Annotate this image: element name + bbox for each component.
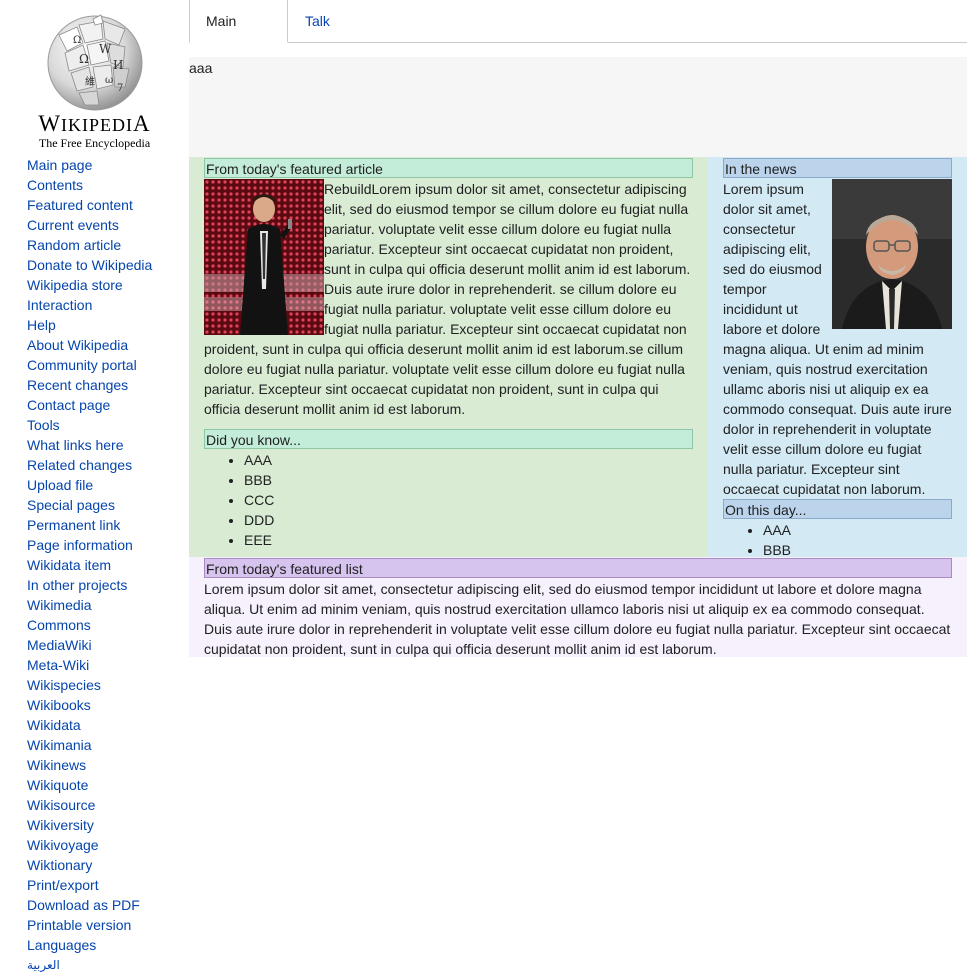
top-banner: aaa — [189, 57, 967, 158]
sidebar-item-wikidata[interactable]: Wikidata — [27, 715, 187, 735]
featured-list-text: Lorem ipsum dolor sit amet, consectetur … — [204, 581, 951, 657]
sidebar-item-store[interactable]: Wikipedia store — [27, 275, 187, 295]
wikipedia-wordmark: WIKIPEDIA — [38, 111, 151, 136]
list-item: AAA — [244, 450, 274, 470]
sidebar-item-languages[interactable]: Languages — [27, 935, 187, 955]
sidebar-item-print-export[interactable]: Print/export — [27, 875, 187, 895]
svg-text:ω: ω — [105, 75, 113, 86]
banner-text: aaa — [189, 60, 213, 76]
sidebar-item-wikimania[interactable]: Wikimania — [27, 735, 187, 755]
sidebar-item-recent-changes[interactable]: Recent changes — [27, 375, 187, 395]
sidebar-item-donate[interactable]: Donate to Wikipedia — [27, 255, 187, 275]
sidebar-item-commons[interactable]: Commons — [27, 615, 187, 635]
sidebar-item-related-changes[interactable]: Related changes — [27, 455, 187, 475]
sidebar-item-what-links-here[interactable]: What links here — [27, 435, 187, 455]
list-item: BBB — [244, 470, 274, 490]
sidebar-item-wikispecies[interactable]: Wikispecies — [27, 675, 187, 695]
list-item: CCC — [244, 490, 274, 510]
sidebar-item-random-article[interactable]: Random article — [27, 235, 187, 255]
sidebar-item-wikinews[interactable]: Wikinews — [27, 755, 187, 775]
featured-article-photo[interactable] — [204, 179, 324, 335]
on-this-day-heading: On this day... — [723, 499, 952, 519]
sidebar-item-wikibooks[interactable]: Wikibooks — [27, 695, 187, 715]
wikipedia-tagline: The Free Encyclopedia — [38, 136, 151, 150]
svg-text:W: W — [99, 42, 112, 56]
featured-article-panel: From today's featured article RebuildLor… — [189, 157, 708, 557]
sidebar-item-featured-content[interactable]: Featured content — [27, 195, 187, 215]
in-the-news-heading: In the news — [723, 158, 952, 178]
sidebar-item-mediawiki[interactable]: MediaWiki — [27, 635, 187, 655]
wikipedia-globe-icon: Ω W Ω И 維 ω 7 — [47, 14, 143, 111]
sidebar-item-wikisource[interactable]: Wikisource — [27, 795, 187, 815]
tab-talk[interactable]: Talk — [289, 0, 346, 42]
featured-list-heading: From today's featured list — [204, 558, 952, 578]
sidebar-item-help[interactable]: Help — [27, 315, 187, 335]
sidebar-item-download-pdf[interactable]: Download as PDF — [27, 895, 187, 915]
svg-text:Ω: Ω — [79, 52, 89, 66]
in-the-news-panel: In the news Lorem ipsum dolor sit amet, … — [708, 157, 967, 560]
sidebar-item-about[interactable]: About Wikipedia — [27, 335, 187, 355]
tab-main-page[interactable]: Main Page — [189, 0, 288, 71]
sidebar-item-printable-version[interactable]: Printable version — [27, 915, 187, 935]
wikipedia-logo[interactable]: Ω W Ω И 維 ω 7 WIKIPEDIA The Free Encyclo… — [27, 10, 162, 152]
sidebar-item-other-projects[interactable]: In other projects — [27, 575, 187, 595]
sidebar-item-wikivoyage[interactable]: Wikivoyage — [27, 835, 187, 855]
sidebar-item-tools[interactable]: Tools — [27, 415, 187, 435]
svg-text:И: И — [113, 58, 123, 72]
on-this-day-list: AAA BBB — [723, 520, 791, 560]
sidebar-item-wikidata-item[interactable]: Wikidata item — [27, 555, 187, 575]
in-the-news-body: Lorem ipsum dolor sit amet, consectetur … — [723, 179, 952, 499]
sidebar-item-current-events[interactable]: Current events — [27, 215, 187, 235]
in-the-news-photo[interactable] — [832, 179, 952, 329]
sidebar-item-language-arabic[interactable]: العربية — [27, 955, 187, 975]
sidebar-item-special-pages[interactable]: Special pages — [27, 495, 187, 515]
featured-article-body: RebuildLorem ipsum dolor sit amet, conse… — [204, 179, 693, 419]
svg-text:維: 維 — [85, 75, 95, 88]
svg-text:7: 7 — [117, 83, 123, 94]
page-tabs: Main Page Talk — [189, 0, 967, 71]
sidebar-item-community-portal[interactable]: Community portal — [27, 355, 187, 375]
sidebar-item-page-information[interactable]: Page information — [27, 535, 187, 555]
sidebar-item-main-page[interactable]: Main page — [27, 155, 187, 175]
sidebar-item-contents[interactable]: Contents — [27, 175, 187, 195]
sidebar-item-wikimedia[interactable]: Wikimedia — [27, 595, 187, 615]
featured-list-panel: From today's featured list Lorem ipsum d… — [189, 557, 967, 657]
sidebar-item-contact-page[interactable]: Contact page — [27, 395, 187, 415]
did-you-know-heading: Did you know... — [204, 429, 693, 449]
sidebar-item-wikiversity[interactable]: Wikiversity — [27, 815, 187, 835]
sidebar-item-upload-file[interactable]: Upload file — [27, 475, 187, 495]
svg-text:Ω: Ω — [73, 35, 81, 46]
list-item: EEE — [244, 530, 274, 550]
featured-article-heading: From today's featured article — [204, 158, 693, 178]
sidebar-item-interaction[interactable]: Interaction — [27, 295, 187, 315]
sidebar-item-wiktionary[interactable]: Wiktionary — [27, 855, 187, 875]
list-item: AAA — [763, 520, 791, 540]
list-item: DDD — [244, 510, 274, 530]
sidebar-nav: Main page Contents Featured content Curr… — [27, 155, 187, 975]
sidebar-item-meta-wiki[interactable]: Meta-Wiki — [27, 655, 187, 675]
sidebar-item-permanent-link[interactable]: Permanent link — [27, 515, 187, 535]
sidebar-item-wikiquote[interactable]: Wikiquote — [27, 775, 187, 795]
did-you-know-list: AAA BBB CCC DDD EEE — [204, 450, 274, 550]
